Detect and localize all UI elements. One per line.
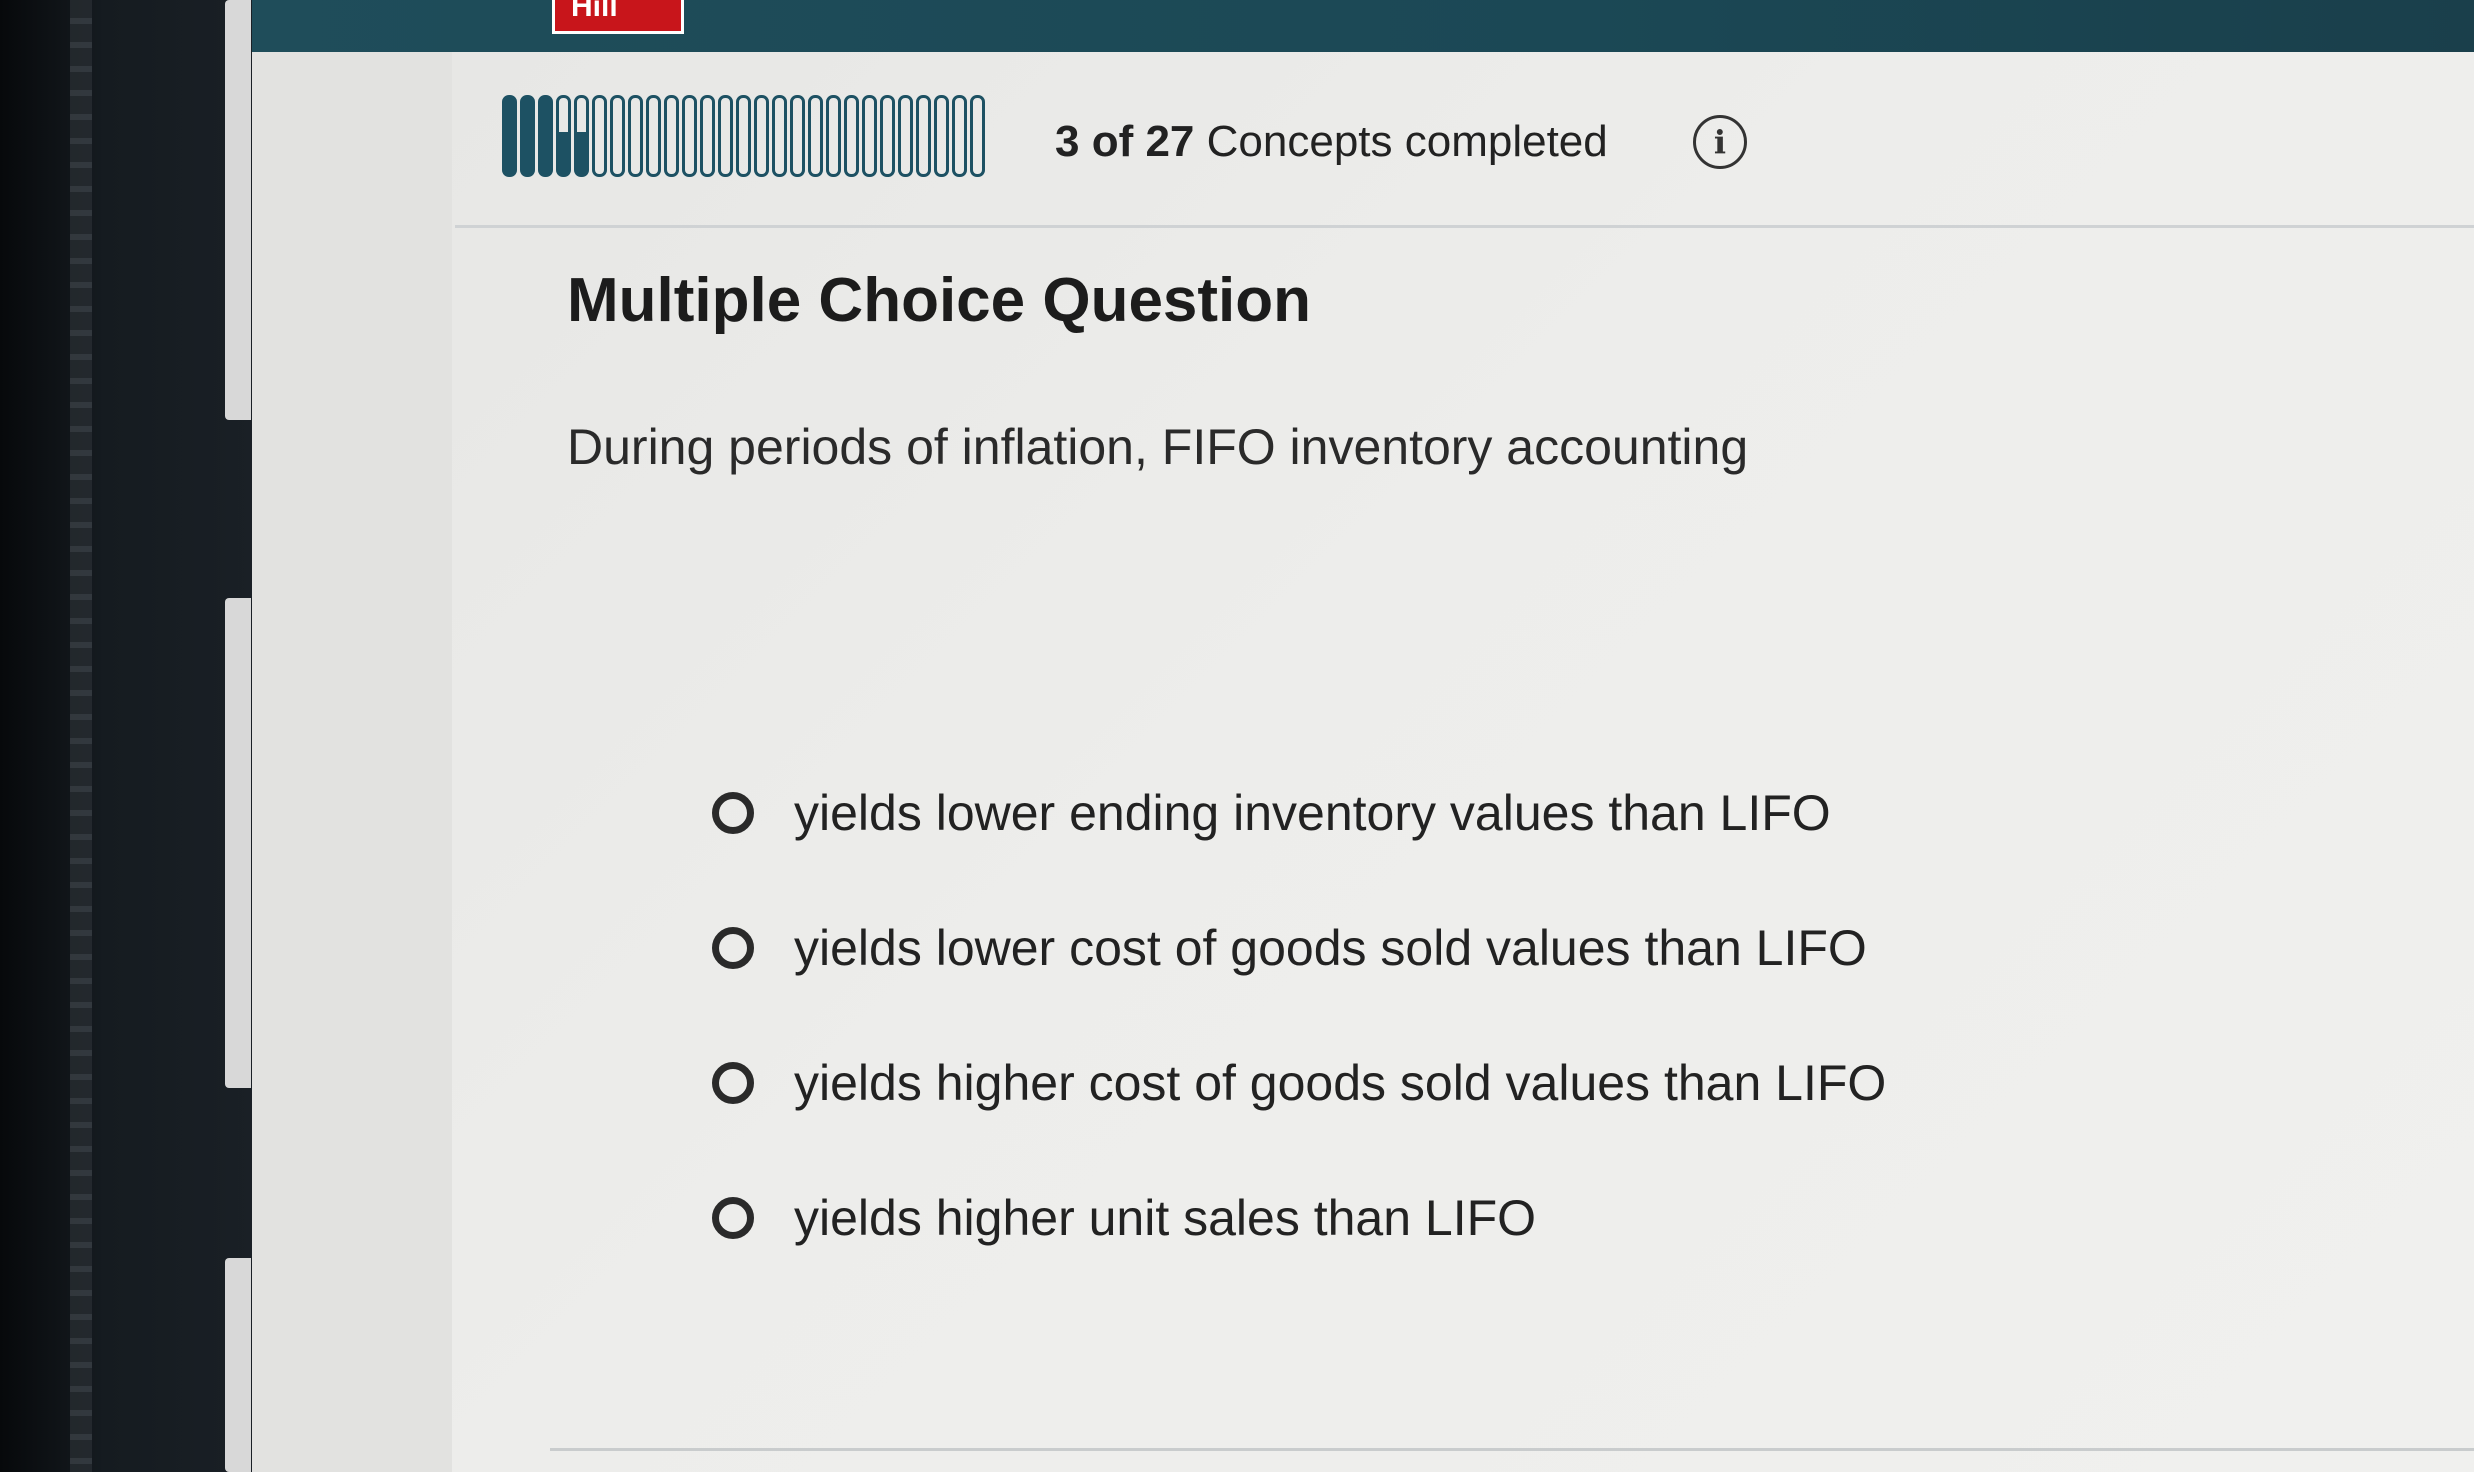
progress-segment bbox=[970, 95, 985, 177]
progress-segment bbox=[934, 95, 949, 177]
side-panel-edge bbox=[225, 598, 251, 1088]
radio-button[interactable] bbox=[712, 926, 754, 969]
progress-segment bbox=[826, 95, 841, 177]
progress-header: 3 of 27 Concepts completed i bbox=[455, 95, 2474, 228]
answer-option-label: yields lower cost of goods sold values t… bbox=[794, 919, 1867, 976]
side-panel-edge bbox=[225, 1258, 251, 1472]
progress-segment bbox=[682, 95, 697, 177]
progress-segment bbox=[898, 95, 913, 177]
radio-button[interactable] bbox=[712, 791, 754, 834]
progress-segment bbox=[502, 95, 517, 177]
answer-option-label: yields higher unit sales than LIFO bbox=[794, 1189, 1537, 1246]
progress-segment bbox=[628, 95, 643, 177]
progress-segment bbox=[574, 95, 589, 177]
progress-segment bbox=[610, 95, 625, 177]
background-left bbox=[0, 0, 260, 1472]
side-panel-edge bbox=[225, 0, 251, 420]
progress-segment bbox=[718, 95, 733, 177]
progress-bar bbox=[502, 95, 985, 177]
progress-segment bbox=[592, 95, 607, 177]
answer-option[interactable]: yields lower cost of goods sold values t… bbox=[712, 880, 2212, 1015]
progress-segment bbox=[862, 95, 877, 177]
progress-segment bbox=[844, 95, 859, 177]
progress-segment bbox=[880, 95, 895, 177]
progress-segment bbox=[952, 95, 967, 177]
question-title: Multiple Choice Question bbox=[567, 266, 1312, 335]
progress-segment bbox=[772, 95, 787, 177]
progress-segment bbox=[736, 95, 751, 177]
progress-segment bbox=[790, 95, 805, 177]
answer-option[interactable]: yields higher cost of goods sold values … bbox=[712, 1015, 2212, 1150]
answer-option[interactable]: yields higher unit sales than LIFO bbox=[712, 1150, 2212, 1285]
question-stem: During periods of inflation, FIFO invent… bbox=[567, 419, 1749, 475]
progress-segment bbox=[808, 95, 823, 177]
progress-count: 3 of 27 bbox=[1055, 117, 1195, 166]
brand-logo[interactable]: Hill bbox=[552, 0, 684, 34]
radio-button[interactable] bbox=[712, 1196, 754, 1239]
progress-segment bbox=[700, 95, 715, 177]
divider bbox=[550, 1448, 2474, 1451]
monitor-bezel bbox=[70, 0, 92, 1472]
progress-segment bbox=[754, 95, 769, 177]
left-gutter bbox=[252, 52, 452, 1472]
info-icon[interactable]: i bbox=[1693, 115, 1747, 169]
answer-option-label: yields higher cost of goods sold values … bbox=[794, 1054, 1887, 1111]
progress-segment bbox=[664, 95, 679, 177]
answer-option-label: yields lower ending inventory values tha… bbox=[794, 784, 1831, 841]
progress-segment bbox=[520, 95, 535, 177]
progress-status: 3 of 27 Concepts completed bbox=[1055, 117, 1608, 167]
answer-options: yields lower ending inventory values tha… bbox=[712, 745, 2212, 1285]
progress-segment bbox=[538, 95, 553, 177]
progress-segment bbox=[556, 95, 571, 177]
progress-label: Concepts completed bbox=[1206, 117, 1608, 166]
radio-button[interactable] bbox=[712, 1061, 754, 1104]
progress-segment bbox=[646, 95, 661, 177]
progress-segment bbox=[916, 95, 931, 177]
answer-option[interactable]: yields lower ending inventory values tha… bbox=[712, 745, 2212, 880]
